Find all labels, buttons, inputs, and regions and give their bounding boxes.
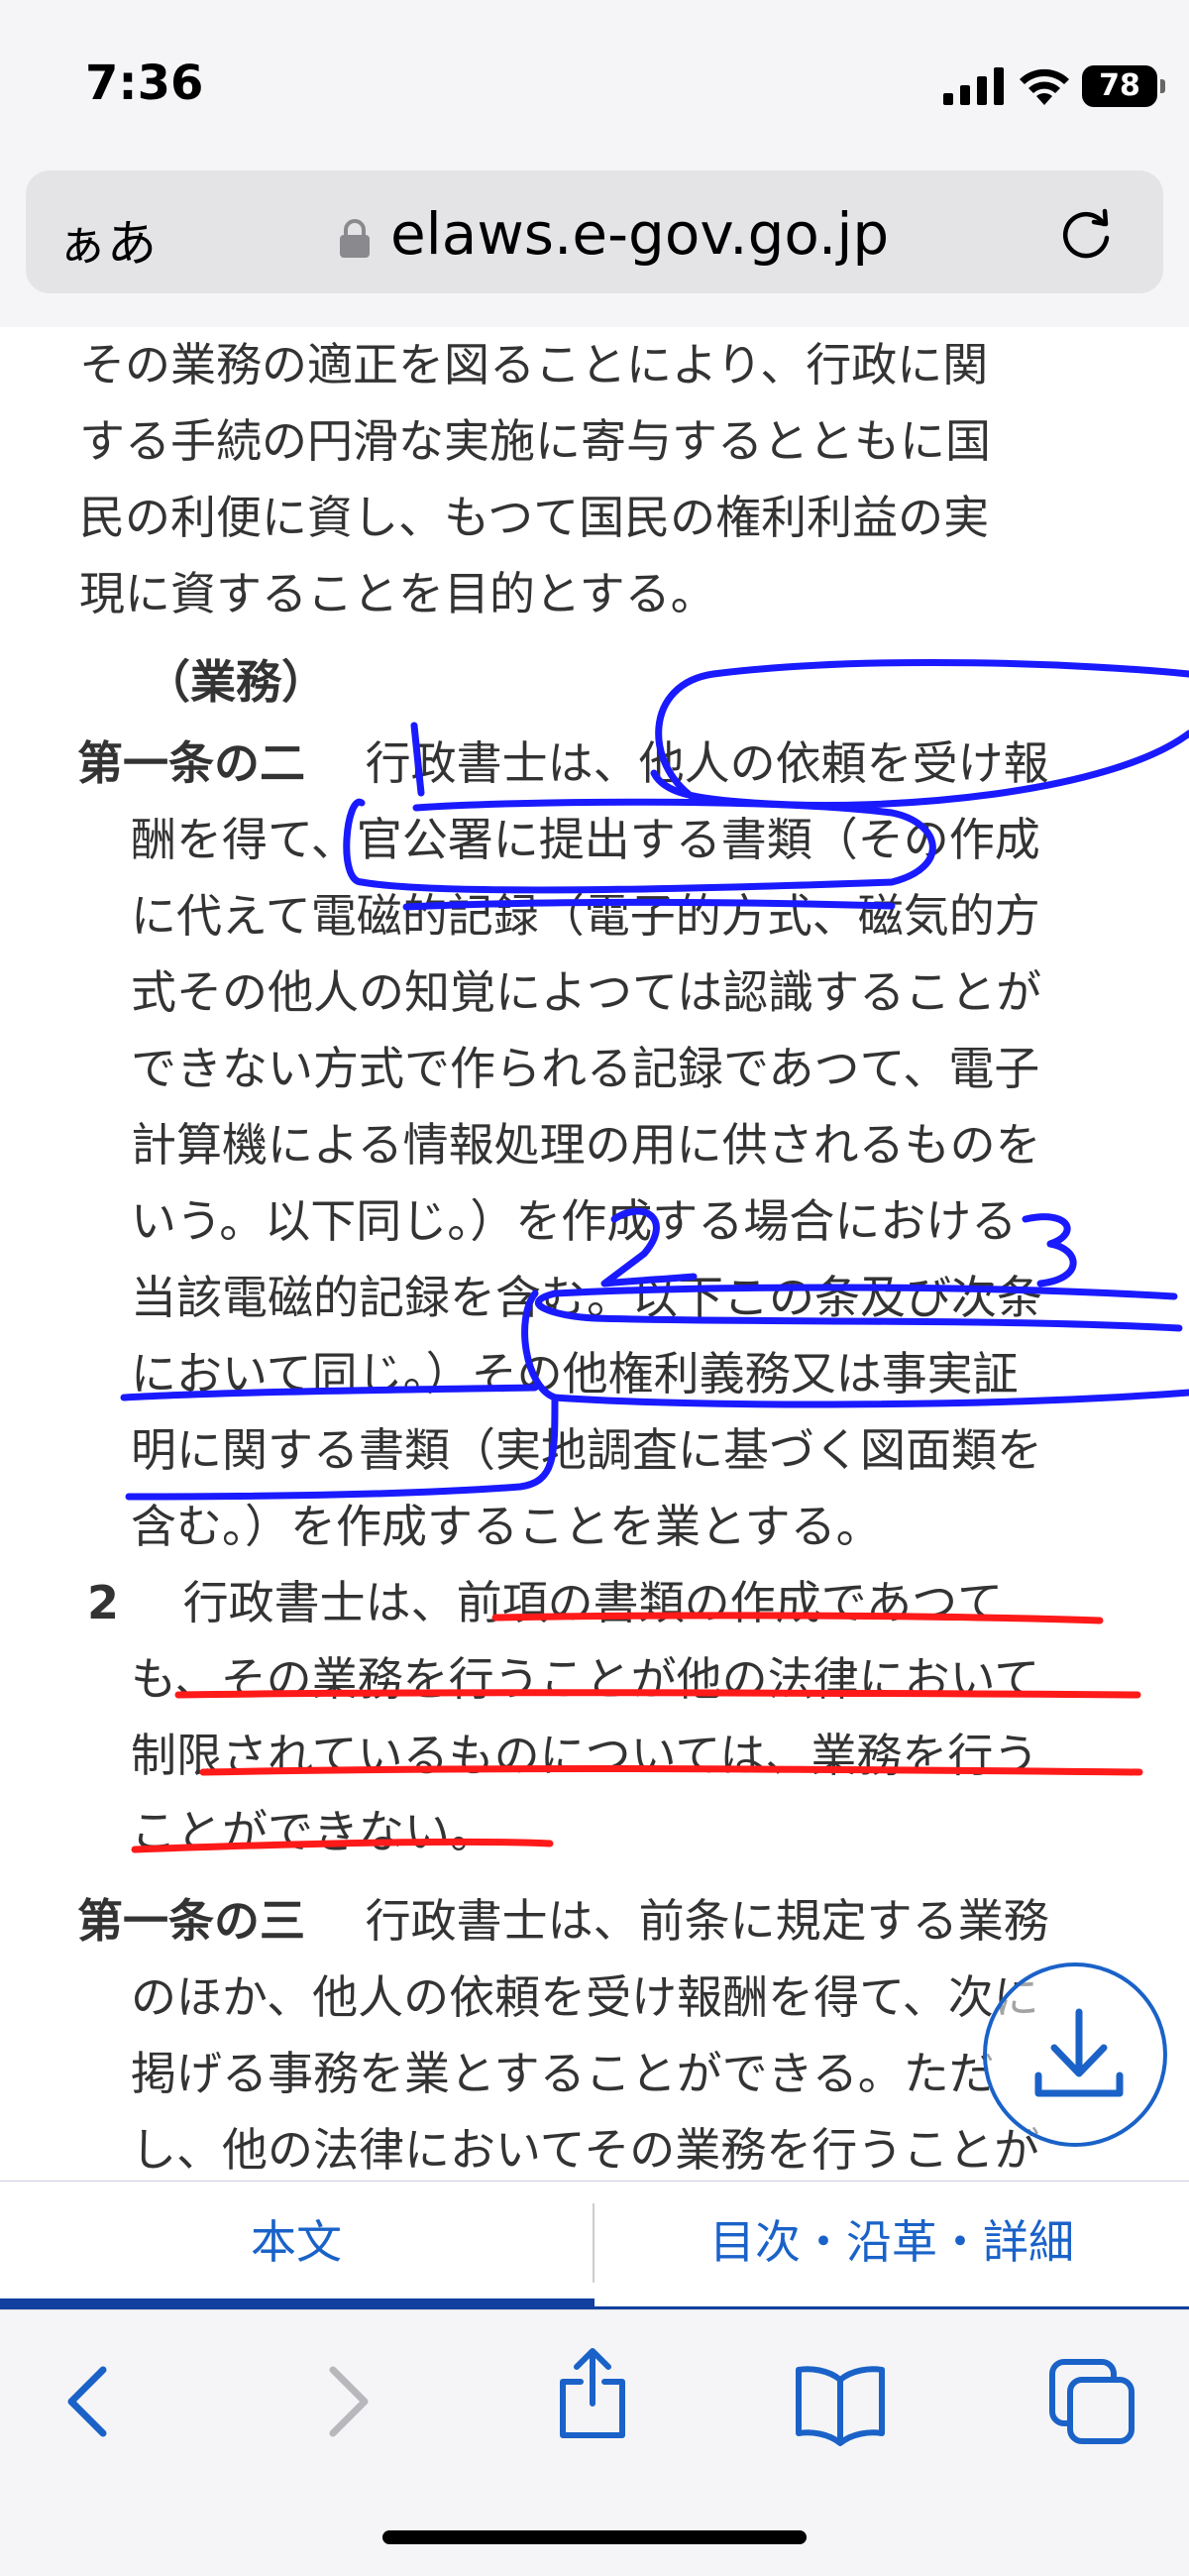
text-line: できない方式で作られる記録であつて、電子: [131, 1042, 1040, 1095]
article-1-2: 第一条の二 行政書士は、他人の依頼を受け報 酬を得て、官公署に提出する書類（その…: [77, 726, 1149, 1565]
text-line: において同じ。）その他権利義務又は事実証: [131, 1347, 1019, 1400]
text-line: ことができない。: [131, 1805, 495, 1858]
text-line: その業務の適正を図ることにより、行政に関: [79, 338, 989, 392]
tabs-icon[interactable]: [1042, 2352, 1141, 2451]
text-line: 計算機による情報処理の用に供されるものを: [131, 1118, 1041, 1172]
status-bar: 7:36 78: [0, 0, 1189, 159]
tab-toc-history-details[interactable]: 目次・沿革・詳細: [594, 2182, 1189, 2302]
lock-icon: [340, 219, 370, 258]
text-line: する手続の円滑な実施に寄与するとともに国: [79, 414, 991, 468]
text-line: 行政書士は、前項の書類の作成であつて: [182, 1576, 1004, 1629]
article-caption: （業務）: [145, 655, 327, 709]
share-icon[interactable]: [543, 2342, 642, 2441]
download-icon: [1034, 2008, 1124, 2097]
text-line: 当該電磁的記録を含む。以下この条及び次条: [131, 1271, 1042, 1324]
content-tabs: 本文 目次・沿革・詳細: [0, 2181, 1189, 2310]
wifi-icon: [1020, 68, 1069, 105]
tab-main-text[interactable]: 本文: [0, 2182, 593, 2302]
reload-icon[interactable]: [1054, 200, 1118, 264]
text-line: に代えて電磁的記録（電子的方式、磁気的方: [131, 889, 1040, 943]
browser-toolbar: [0, 2309, 1189, 2576]
text-line: も、その業務を行うことが他の法律において: [131, 1652, 1040, 1706]
bookmarks-icon[interactable]: [791, 2352, 890, 2451]
text-line: 行政書士は、前条に規定する業務: [365, 1894, 1049, 1948]
text-line: 含む。）を作成することを業とする。: [131, 1500, 882, 1553]
home-indicator: [382, 2530, 807, 2544]
status-time: 7:36: [85, 56, 204, 111]
back-icon[interactable]: [40, 2352, 139, 2451]
cellular-signal-icon: [943, 67, 1004, 105]
text-size-button[interactable]: ぁあ: [57, 204, 157, 276]
text-line: 明に関する書類（実地調査に基づく図面類を: [131, 1423, 1042, 1477]
url-domain[interactable]: elaws.e-gov.go.jp: [390, 200, 889, 268]
text-line: 酬を得て、官公署に提出する書類（その作成: [131, 813, 1040, 866]
browser-address-area: ぁあ elaws.e-gov.go.jp: [0, 159, 1189, 328]
article-number: 第一条の二: [77, 736, 305, 790]
text-line: し、他の法律においてその業務を行うことが: [131, 2123, 1040, 2177]
text-line: 民の利便に資し、もつて国民の権利利益の実: [79, 491, 990, 544]
text-line: 現に資することを目的とする。: [79, 567, 716, 620]
previous-article-tail: その業務の適正を図ることにより、行政に関 する手続の円滑な実施に寄与するとともに…: [79, 327, 1149, 632]
download-button[interactable]: [983, 1962, 1167, 2147]
text-line: 制限されているものについては、業務を行う: [131, 1729, 1039, 1782]
battery-icon: 78: [1082, 65, 1165, 107]
law-article-content[interactable]: その業務の適正を図ることにより、行政に関 する手続の円滑な実施に寄与するとともに…: [0, 327, 1189, 2181]
text-line: いう。以下同じ。）を作成する場合における: [131, 1194, 1018, 1248]
paragraph-number: 2: [87, 1576, 120, 1629]
address-bar[interactable]: ぁあ elaws.e-gov.go.jp: [26, 170, 1163, 293]
article-number: 第一条の三: [77, 1894, 305, 1948]
text-line: 行政書士は、他人の依頼を受け報: [365, 736, 1049, 790]
paragraph-2: 2 行政書士は、前項の書類の作成であつて も、その業務を行うことが他の法律におい…: [79, 1565, 1149, 1870]
forward-icon[interactable]: [297, 2352, 396, 2451]
text-line: 式その他人の知覚によつては認識することが: [131, 965, 1042, 1019]
